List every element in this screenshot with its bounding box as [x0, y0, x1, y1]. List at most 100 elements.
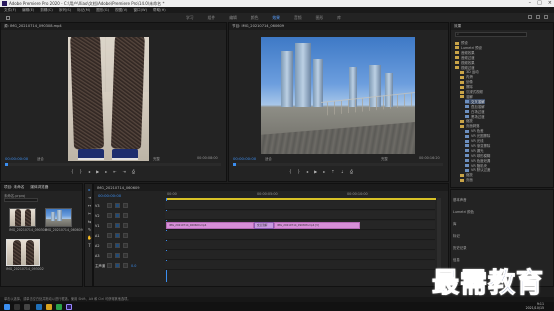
minimize-icon[interactable]: – [529, 0, 532, 6]
work-area-bar[interactable] [166, 198, 436, 200]
extract-icon[interactable]: ⇣ [341, 169, 344, 174]
project-thumb-legs-2[interactable] [6, 239, 40, 266]
tool-button[interactable]: T [87, 243, 92, 248]
edge-browser-icon[interactable] [36, 304, 42, 310]
source-playhead[interactable] [5, 163, 8, 166]
effects-panel-tab[interactable]: 效果 [454, 24, 461, 29]
video-clip[interactable]: IMG_20210714_060609.mp4 [166, 222, 254, 229]
menu-item[interactable]: 剪辑(C) [40, 8, 53, 13]
lift-icon[interactable]: ⇡ [331, 169, 334, 174]
close-icon[interactable]: × [548, 0, 552, 6]
notifications-icon[interactable] [544, 15, 548, 19]
step-forward-icon[interactable]: ▸ [323, 169, 325, 174]
panel-list-item[interactable]: 历史记录 [453, 245, 467, 250]
workspace-tab[interactable]: 音频 [294, 15, 302, 21]
workspace-tab[interactable]: 图形 [316, 15, 324, 21]
track-label[interactable]: A2 [95, 244, 99, 248]
track-lock-icon[interactable] [107, 223, 112, 228]
track-sync-icon[interactable] [115, 243, 120, 248]
track-lock-icon[interactable] [107, 263, 112, 268]
track-eye-icon[interactable] [123, 223, 128, 228]
track-lane[interactable] [165, 201, 435, 210]
step-back-icon[interactable]: ◂ [306, 169, 308, 174]
home-icon[interactable] [6, 15, 10, 20]
menu-item[interactable]: 标记(M) [77, 8, 90, 13]
track-sync-icon[interactable] [115, 203, 120, 208]
effects-search-input[interactable]: ⌕ [455, 32, 527, 37]
tool-button[interactable]: ⇆ [87, 219, 92, 224]
quick-export-icon[interactable] [528, 15, 532, 19]
workspace-tab[interactable]: 学习 [186, 15, 194, 21]
workspace-tab[interactable]: 编辑 [229, 15, 237, 21]
source-fit-select[interactable]: 适合 [37, 156, 44, 161]
step-back-icon[interactable]: ◂ [88, 169, 90, 174]
menu-item[interactable]: 文件(F) [4, 8, 16, 13]
track-lane[interactable] [165, 231, 435, 240]
source-video-frame[interactable] [68, 37, 149, 161]
panel-list-item[interactable]: 标记 [453, 233, 460, 238]
panel-list-item[interactable]: 库 [453, 221, 456, 226]
track-eye-icon[interactable] [123, 253, 128, 258]
tool-button[interactable]: ✎ [87, 227, 92, 232]
program-scrub-bar[interactable] [233, 163, 443, 166]
project-thumb-legs-1[interactable] [9, 208, 36, 227]
search-icon[interactable] [536, 15, 540, 19]
mark-out-icon[interactable]: } [80, 169, 83, 174]
menu-item[interactable]: 序列(S) [59, 8, 71, 13]
track-sync-icon[interactable] [115, 263, 120, 268]
tool-button[interactable]: ⇥ [87, 195, 92, 200]
track-eye-icon[interactable] [123, 213, 128, 218]
track-lane[interactable] [165, 261, 435, 270]
video-clip[interactable]: IMG_20210714_090308.mp4 [V] [274, 222, 360, 229]
step-forward-icon[interactable]: ▸ [105, 169, 107, 174]
tool-button[interactable]: ▸ [87, 187, 92, 192]
track-lock-icon[interactable] [107, 243, 112, 248]
export-frame-icon[interactable]: ⎙ [350, 169, 353, 174]
program-quality-select[interactable]: 完整 [381, 156, 388, 161]
menu-item[interactable]: 编辑(E) [22, 8, 34, 13]
menu-item[interactable]: 图形(G) [96, 8, 109, 13]
panel-list-item[interactable]: 基本声音 [453, 197, 467, 202]
track-lane[interactable] [165, 211, 435, 220]
menu-item[interactable]: 帮助(H) [153, 8, 166, 13]
timeline-tab[interactable]: IMG_20210714_060609 [97, 186, 140, 190]
track-eye-icon[interactable] [123, 243, 128, 248]
track-lane[interactable] [165, 241, 435, 250]
menu-item[interactable]: 窗口(W) [133, 8, 147, 13]
track-sync-icon[interactable] [115, 213, 120, 218]
mark-in-icon[interactable]: { [289, 169, 292, 174]
track-eye-icon[interactable] [123, 263, 128, 268]
task-view-icon[interactable] [24, 304, 30, 310]
track-sync-icon[interactable] [115, 233, 120, 238]
track-label[interactable]: A3 [95, 254, 99, 258]
project-tab[interactable]: 项目: 未命名 [4, 185, 24, 190]
source-quality-select[interactable]: 完整 [153, 156, 160, 161]
track-lock-icon[interactable] [107, 253, 112, 258]
maximize-icon[interactable]: □ [537, 0, 542, 6]
source-monitor-tab[interactable]: 源: IMG_20210714_090308.mp4 [4, 24, 62, 29]
program-fit-select[interactable]: 适合 [265, 156, 272, 161]
transition-clip[interactable]: 交叉溶解 [254, 222, 274, 229]
tool-button[interactable]: ✋ [87, 235, 92, 240]
program-monitor-tab[interactable]: 节目: IMG_20210714_060609 [232, 24, 284, 29]
windows-start-icon[interactable] [4, 304, 10, 310]
program-timecode[interactable]: 00:00:00:00 [233, 156, 256, 161]
play-icon[interactable]: ▶ [314, 169, 317, 174]
source-scrub-bar[interactable] [5, 163, 221, 166]
workspace-tab[interactable]: 颜色 [251, 15, 259, 21]
tool-button[interactable]: ✂ [87, 211, 92, 216]
program-playhead[interactable] [233, 163, 236, 166]
workspace-tab[interactable]: 效果 [272, 15, 280, 21]
menu-item[interactable]: 视图(V) [115, 8, 127, 13]
track-lock-icon[interactable] [107, 203, 112, 208]
track-label[interactable]: A1 [95, 234, 99, 238]
tool-button[interactable]: ↔ [87, 203, 92, 208]
overwrite-icon[interactable]: ⇥ [123, 169, 126, 174]
project-search-input[interactable] [4, 198, 38, 202]
track-lane[interactable] [165, 251, 435, 260]
export-frame-icon[interactable]: ⎙ [132, 169, 135, 174]
insert-icon[interactable]: ⇤ [113, 169, 116, 174]
effect-folder[interactable]: 页面 [460, 177, 473, 182]
mark-out-icon[interactable]: } [298, 169, 301, 174]
track-label[interactable]: 主声道 [95, 263, 105, 268]
